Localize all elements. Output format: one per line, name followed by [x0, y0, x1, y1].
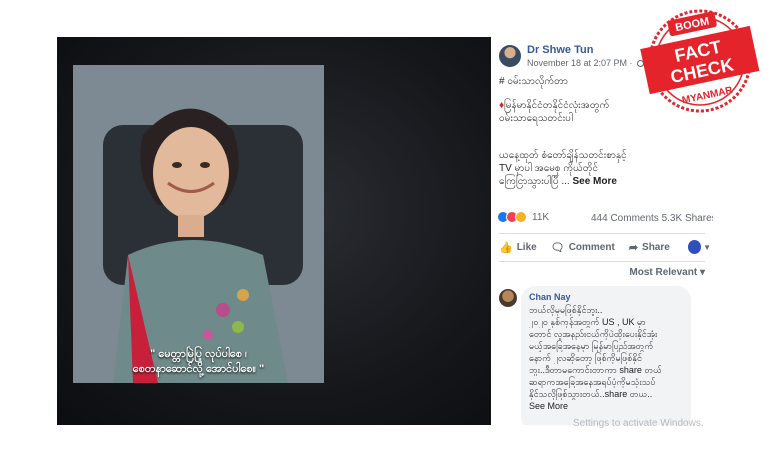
screenshot-canvas: " မေတ္တာမြဲပြု လုပ်ပါစေ ၊ စေတနာဆောင်လို့…	[0, 0, 770, 462]
comment-sort-dropdown[interactable]: Most Relevant ▾	[629, 267, 705, 278]
comment-label: Comment	[568, 241, 615, 253]
author-avatar[interactable]	[499, 45, 521, 67]
speech-bubble-icon: 🗨	[550, 241, 565, 254]
comment-line-1: ဘယ်လိုမှမဖြစ်နိုင်ဘူး..	[529, 305, 603, 315]
commenter-avatar[interactable]	[499, 289, 517, 307]
comment-bubble: Chan Nay ဘယ်လိုမှမဖြစ်နိုင်ဘူး.. ၂၀၂၀ နှ…	[521, 286, 691, 425]
comment-author[interactable]: Chan Nay	[529, 292, 683, 302]
post-timestamp[interactable]: November 18 at 2:07 PM ·	[527, 58, 645, 68]
like-label: Like	[516, 241, 537, 253]
share-button[interactable]: ➦ Share	[629, 241, 670, 254]
comment-line-5: နောက် ၂လဆိုတော့ ဖြစ်ကိုမဖြစ်နိုင်	[529, 353, 642, 363]
thumbs-up-icon: 👍	[499, 241, 513, 254]
post-photo[interactable]	[73, 65, 324, 383]
share-audience-avatar[interactable]	[687, 240, 702, 254]
comments-count[interactable]: 444 Comments	[591, 213, 659, 224]
boom-fact-check-stamp: BOOM FACT CHECK MYANMAR	[640, 9, 760, 113]
comment-line-3: တောင် လူအနည်းငယ်ကိုပဲထိုးပေးနိုင်အုံး	[529, 329, 658, 339]
divider	[499, 233, 705, 234]
portrait-illustration	[73, 65, 324, 383]
comment-line-4: မယ့်အခြေအနေမှာ မြန်မာပြည်အတွက်	[529, 341, 654, 351]
comment-sort-label: Most Relevant	[629, 267, 698, 278]
post-body-line-1: ♦မြန်မာနိုင်ငံတနိုင်ငံလုံးအတွက်	[499, 99, 609, 112]
caption-line-1: " မေတ္တာမြဲပြု လုပ်ပါစေ ၊	[150, 348, 247, 360]
photo-caption: " မေတ္တာမြဲပြု လုပ်ပါစေ ၊ စေတနာဆောင်လို့…	[78, 347, 319, 377]
post-body-line-3: ယနေ့ထုတ် စံတော်ချိန်သတင်းစာနှင့်	[499, 150, 627, 161]
post-author[interactable]: Dr Shwe Tun	[527, 44, 593, 56]
divider	[499, 261, 705, 262]
reactions-count: 11K	[532, 211, 550, 223]
windows-activation-watermark: Settings to activate Windows.	[573, 418, 704, 429]
chevron-down-icon[interactable]: ▼	[703, 243, 711, 252]
comment-see-more-link[interactable]: See More	[529, 400, 683, 412]
comment-line-2: ၂၀၂၀ နှစ်ကုန်အတွက် US , UK မှာ	[529, 317, 646, 327]
post-body-line-2: ဝမ်းသာရေသတင်းပါ	[499, 113, 573, 124]
comment-line-7: ဆရာကအခြေအနေအရပ်ပုံကိုမသုံးသပ်	[529, 377, 656, 387]
share-label: Share	[642, 241, 670, 253]
reactions-summary[interactable]: 11K	[497, 211, 549, 223]
like-button[interactable]: 👍 Like	[499, 241, 537, 254]
post-body-text-5: ကြေငြာသွားပါပြီ ...	[499, 176, 570, 187]
caption-line-2: စေတနာဆောင်လို့ အောင်ပါစေ။ "	[132, 363, 265, 375]
chevron-down-icon: ▾	[699, 267, 705, 278]
comment-line-6: ဘူး..ဒီတာမကောင်းတာကာ share တယ်	[529, 365, 662, 375]
post-body-text-1: မြန်မာနိုင်ငံတနိုင်ငံလုံးအတွက်	[504, 100, 610, 111]
engagement-stats: 444 Comments 5.3K Shares	[591, 213, 713, 224]
post-actions-bar: 👍 Like 🗨 Comment ➦ Share ▼	[499, 240, 711, 254]
share-arrow-icon: ➦	[628, 241, 639, 254]
see-more-link[interactable]: See More	[572, 176, 616, 187]
comment-button[interactable]: 🗨 Comment	[551, 241, 615, 254]
post-body-line-4: TV မှာပါ အမေစု ကိုယ်တိုင်	[499, 163, 599, 174]
shares-count[interactable]: 5.3K Shares	[662, 213, 713, 224]
post-hashtag[interactable]: # ဝမ်းသာလိုက်တာ	[499, 75, 568, 88]
haha-reaction-icon	[515, 211, 527, 223]
post-date-text: November 18 at 2:07 PM ·	[527, 58, 636, 68]
post-body-line-5: ကြေငြာသွားပါပြီ ... See More	[499, 175, 617, 188]
comment-line-8: နိုင်သလိုဖြစ်သွားတယ်..share တယ..	[529, 389, 653, 399]
